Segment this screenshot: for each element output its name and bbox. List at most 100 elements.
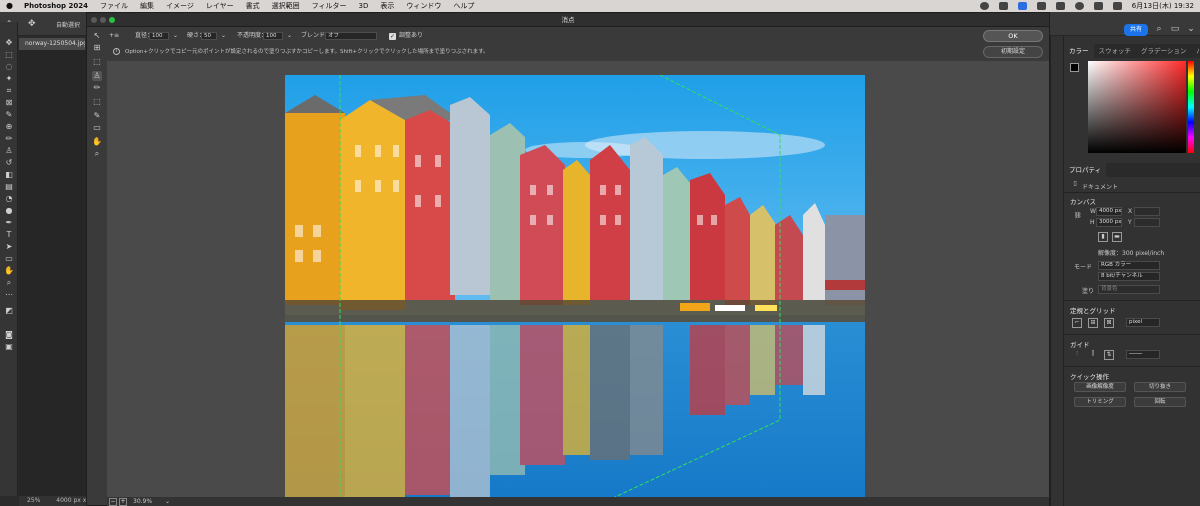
canvas-section-title[interactable]: カンバス	[1070, 196, 1096, 206]
tab-swatches[interactable]: スウォッチ	[1094, 44, 1137, 58]
zoom-out-button[interactable]: −	[109, 498, 117, 506]
lasso-tool-icon[interactable]: ◌	[3, 62, 15, 72]
menu-window[interactable]: ウィンドウ	[406, 1, 441, 11]
share-button[interactable]: 共有	[1124, 24, 1148, 36]
path-select-icon[interactable]: ➤	[3, 242, 15, 252]
stamp-tool-icon[interactable]: ♙	[92, 71, 102, 81]
auto-select-label[interactable]: 自動選択	[56, 20, 80, 29]
rulers-grid-title[interactable]: 定規とグリッド	[1070, 305, 1116, 315]
caret-icon[interactable]: +≡	[109, 29, 119, 43]
menu-edit[interactable]: 編集	[140, 1, 154, 11]
tab-color[interactable]: カラー	[1064, 44, 1094, 58]
shape-tool-icon[interactable]: ▭	[3, 254, 15, 264]
hand-tool-icon[interactable]: ✋	[92, 137, 102, 147]
quick-mask-icon[interactable]: ◙	[3, 330, 15, 340]
landscape-orientation-icon[interactable]: ▬	[1112, 232, 1122, 242]
zoom-value[interactable]: 30.9%	[133, 497, 152, 506]
hue-slider[interactable]	[1188, 61, 1194, 153]
tab-properties[interactable]: プロパティ	[1064, 163, 1107, 177]
search-icon[interactable]: ⌕	[1154, 24, 1164, 34]
status-zoom[interactable]: 25%	[27, 497, 40, 504]
x-field[interactable]	[1134, 207, 1160, 216]
battery-icon[interactable]	[1055, 2, 1065, 10]
expand-icon[interactable]: ⌄	[1186, 24, 1196, 34]
hardness-field[interactable]: 50	[201, 32, 217, 40]
trim-button[interactable]: トリミング	[1074, 397, 1126, 407]
zoom-tool-icon[interactable]: ⌕	[92, 149, 102, 159]
portrait-orientation-icon[interactable]: ▮	[1098, 232, 1108, 242]
adjust-label[interactable]: 調整あり	[399, 29, 423, 43]
image-size-button[interactable]: 画像解像度	[1074, 382, 1126, 392]
screen-icon[interactable]	[998, 2, 1008, 10]
menu-image[interactable]: イメージ	[166, 1, 194, 11]
zoom-in-button[interactable]: +	[119, 498, 127, 506]
diameter-field[interactable]: 100	[149, 32, 169, 40]
color-picker-field[interactable]	[1088, 61, 1186, 153]
width-field[interactable]: 4000 px	[1096, 207, 1122, 216]
healing-icon[interactable]: ⊕	[3, 122, 15, 132]
opacity-field[interactable]: 100	[263, 32, 283, 40]
apple-icon[interactable]: ●	[6, 2, 14, 10]
history-brush-icon[interactable]: ↺	[3, 158, 15, 168]
eraser-icon[interactable]: ◧	[3, 170, 15, 180]
unit-select[interactable]: pixel	[1126, 318, 1160, 327]
guides-snap-icon[interactable]: ⇅	[1104, 350, 1114, 360]
move-tool-icon[interactable]: ✥	[28, 19, 36, 29]
menu-filter[interactable]: フィルター	[312, 1, 347, 11]
reset-button[interactable]: 初期設定	[983, 46, 1043, 58]
preview-image[interactable]	[285, 75, 865, 506]
move-tool-icon[interactable]: ✥	[3, 38, 15, 48]
menu-select[interactable]: 選択範囲	[272, 1, 300, 11]
height-field[interactable]: 3000 px	[1096, 218, 1122, 227]
opacity-dropdown-icon[interactable]: ⌄	[287, 29, 292, 43]
guides-title[interactable]: ガイド	[1070, 339, 1090, 349]
cloud-icon[interactable]	[1036, 2, 1046, 10]
marquee-tool-icon[interactable]: ⬚	[3, 50, 15, 60]
menu-3d[interactable]: 3D	[359, 2, 369, 10]
transform-tool-icon[interactable]: ⬚	[92, 97, 102, 107]
control-center-icon[interactable]	[1112, 2, 1122, 10]
menu-view[interactable]: 表示	[380, 1, 394, 11]
frame-tool-icon[interactable]: ⊠	[3, 98, 15, 108]
color-swatches-icon[interactable]: ◩	[3, 306, 15, 316]
mode-select[interactable]: RGB カラー	[1098, 261, 1160, 270]
bit-depth-select[interactable]: 8 bit/チャンネル	[1098, 272, 1160, 281]
app-tray-icon[interactable]	[1017, 2, 1027, 10]
screen-mode-icon[interactable]: ▣	[3, 342, 15, 352]
eyedropper-icon[interactable]: ✎	[92, 111, 102, 121]
guide-style-select[interactable]: ────	[1126, 350, 1160, 359]
guides-show-icon[interactable]: ⫿	[1088, 350, 1098, 360]
menu-help[interactable]: ヘルプ	[453, 1, 474, 11]
hardness-dropdown-icon[interactable]: ⌄	[221, 29, 226, 43]
menu-app-name[interactable]: Photoshop 2024	[24, 2, 88, 10]
zoom-tool-icon[interactable]: ⌕	[3, 278, 15, 288]
marquee-tool-icon[interactable]: ⬚	[92, 57, 102, 67]
blend-select[interactable]: オフ	[325, 32, 377, 40]
ruler-icon[interactable]: ⌐	[1072, 318, 1082, 328]
quick-actions-title[interactable]: クイック操作	[1070, 371, 1109, 381]
crop-button[interactable]: 切り抜き	[1134, 382, 1186, 392]
ok-button[interactable]: OK	[983, 30, 1043, 42]
zoom-dropdown-icon[interactable]: ⌄	[165, 497, 170, 506]
measure-tool-icon[interactable]: ▭	[92, 123, 102, 133]
workspace-icon[interactable]: ▭	[1170, 24, 1180, 34]
eyedropper-icon[interactable]: ✎	[3, 110, 15, 120]
more-tools-icon[interactable]: ⋯	[3, 290, 15, 300]
hand-tool-icon[interactable]: ✋	[3, 266, 15, 276]
y-field[interactable]	[1134, 218, 1160, 227]
adjust-checkbox[interactable]: ✓	[389, 33, 396, 40]
brush-tool-icon[interactable]: ✏	[92, 83, 102, 93]
dodge-icon[interactable]: ●	[3, 206, 15, 216]
edit-plane-tool-icon[interactable]: ↖	[92, 31, 102, 41]
document-tab[interactable]: norway-1250504.jpg	[19, 38, 85, 50]
link-icon[interactable]: ⛓	[1074, 212, 1082, 219]
pixel-grid-icon[interactable]: ⊠	[1104, 318, 1114, 328]
record-icon[interactable]	[979, 2, 989, 10]
menu-bar-clock[interactable]: 6月13日(木) 19:32	[1132, 1, 1194, 11]
pen-tool-icon[interactable]: ✒	[3, 218, 15, 228]
grid-icon[interactable]: ⊞	[1088, 318, 1098, 328]
diameter-dropdown-icon[interactable]: ⌄	[173, 29, 178, 43]
menu-layer[interactable]: レイヤー	[206, 1, 234, 11]
fill-select[interactable]: 背景色	[1098, 285, 1160, 294]
tab-gradients[interactable]: グラデーション	[1136, 44, 1191, 58]
